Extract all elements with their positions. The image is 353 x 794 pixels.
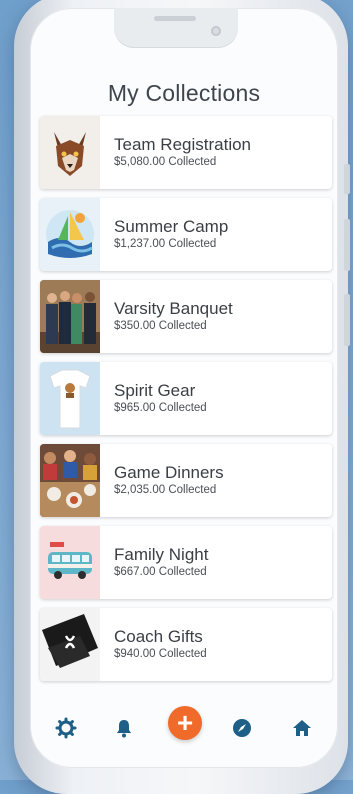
bottom-tab-bar: + [30, 696, 338, 768]
gift-card-photo [40, 608, 100, 681]
compass-icon[interactable] [230, 716, 254, 740]
side-button [344, 219, 350, 271]
home-icon[interactable] [290, 716, 314, 740]
bus-illustration [40, 526, 100, 599]
collection-amount: $940.00 Collected [114, 648, 207, 660]
collection-amount: $965.00 Collected [114, 402, 207, 414]
collection-card-coach-gifts[interactable]: Coach Gifts $940.00 Collected [40, 608, 332, 681]
side-button [344, 294, 350, 346]
dinner-photo [40, 444, 100, 517]
collection-card-spirit-gear[interactable]: Spirit Gear $965.00 Collected [40, 362, 332, 435]
side-button [344, 164, 350, 194]
notch [114, 8, 238, 48]
collection-title: Game Dinners [114, 463, 224, 482]
front-camera [211, 26, 221, 36]
collection-amount: $667.00 Collected [114, 566, 207, 578]
tshirt-photo [40, 362, 100, 435]
collection-amount: $1,237.00 Collected [114, 238, 217, 250]
settings-icon[interactable] [54, 716, 78, 740]
add-collection-button[interactable]: + [168, 706, 202, 740]
collection-amount: $5,080.00 Collected [114, 156, 217, 168]
app-screen: My Collections Team Registration $5,080.… [30, 8, 338, 768]
collection-title: Coach Gifts [114, 627, 203, 646]
sailboat-logo-icon [40, 198, 100, 271]
wolf-mascot-icon [40, 116, 100, 189]
collection-card-family-night[interactable]: Family Night $667.00 Collected [40, 526, 332, 599]
bell-icon[interactable] [112, 716, 136, 740]
collection-title: Family Night [114, 545, 209, 564]
collection-card-team-registration[interactable]: Team Registration $5,080.00 Collected [40, 116, 332, 189]
collection-title: Spirit Gear [114, 381, 196, 400]
banquet-photo [40, 280, 100, 353]
collection-card-varsity-banquet[interactable]: Varsity Banquet $350.00 Collected [40, 280, 332, 353]
collections-list: Team Registration $5,080.00 Collected Su… [40, 116, 332, 690]
collection-title: Varsity Banquet [114, 299, 233, 318]
collection-title: Team Registration [114, 135, 252, 154]
speaker [154, 16, 196, 21]
collection-amount: $350.00 Collected [114, 320, 207, 332]
page-title: My Collections [107, 80, 261, 106]
phone-frame: My Collections Team Registration $5,080.… [14, 0, 350, 794]
collection-card-summer-camp[interactable]: Summer Camp $1,237.00 Collected [40, 198, 332, 271]
collection-card-game-dinners[interactable]: Game Dinners $2,035.00 Collected [40, 444, 332, 517]
collection-title: Summer Camp [114, 217, 229, 236]
collection-amount: $2,035.00 Collected [114, 484, 217, 496]
